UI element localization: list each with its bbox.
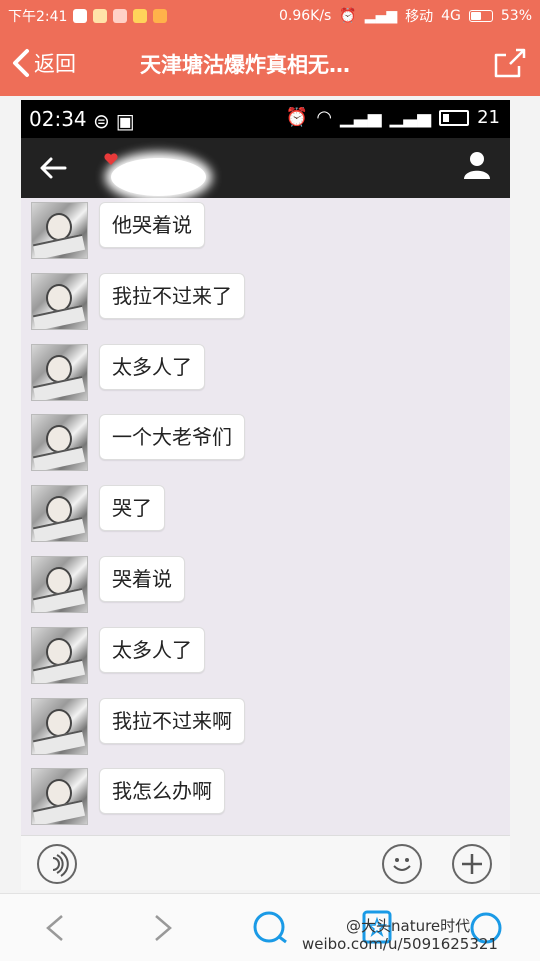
inner-status-number: 21	[477, 107, 500, 128]
plus-icon	[462, 854, 482, 874]
alarm-icon: ⏰	[285, 107, 309, 128]
message-row: 我拉不过来啊	[21, 694, 510, 765]
avatar[interactable]	[31, 343, 88, 401]
avatar[interactable]	[31, 202, 88, 259]
message-bubble[interactable]: 哭了	[99, 485, 165, 532]
message-row: 我怎么办啊	[21, 764, 510, 835]
message-bubble[interactable]: 太多人了	[99, 343, 205, 390]
signal-icon: ▂▄▆	[364, 8, 398, 24]
avatar[interactable]	[31, 697, 88, 755]
carrier-label: 移动	[405, 9, 434, 25]
message-bubble[interactable]: 我怎么办啊	[99, 768, 225, 815]
message-bubble[interactable]: 哭着说	[99, 555, 185, 602]
weibo-icon	[113, 9, 128, 23]
avatar[interactable]	[31, 485, 88, 543]
signal-icon: ▁▃▅	[340, 107, 382, 128]
star-app-icon	[133, 9, 148, 23]
image-icon: ▣	[115, 109, 135, 133]
contact-name-redacted	[111, 158, 206, 196]
inner-status-time: 02:34	[29, 107, 87, 131]
avatar[interactable]	[31, 768, 88, 826]
signal-icon: ▁▃▅	[389, 107, 432, 128]
chevron-left-icon	[13, 49, 29, 77]
share-button[interactable]	[492, 46, 528, 80]
message-bubble[interactable]: 太多人了	[99, 626, 205, 673]
title-bar: 返回 天津塘沽爆炸真相无…	[0, 30, 540, 96]
back-button[interactable]: 返回	[10, 46, 76, 80]
game-app-icon	[153, 9, 168, 23]
network-speed: 0.96K/s	[278, 8, 332, 24]
message-row: 一个大老爷们	[21, 410, 510, 481]
back-label: 返回	[34, 52, 76, 76]
share-icon	[494, 48, 526, 78]
avatar[interactable]	[31, 555, 88, 613]
message-row: 哭了	[21, 481, 510, 552]
nav-back-icon[interactable]	[36, 908, 76, 948]
message-bubble[interactable]: 我拉不过来啊	[99, 697, 245, 744]
message-row: 我拉不过来了	[21, 269, 510, 340]
avatar[interactable]	[31, 272, 88, 330]
voice-input-button[interactable]	[37, 844, 77, 884]
watermark-url: weibo.com/u/5091625321	[302, 935, 498, 953]
status-bar: 下午2:41 0.96K/s ⏰ ▂▄▆ 移动 4G 53%	[0, 0, 540, 30]
embedded-chat-screenshot: 02:34 ⊜ ▣ ⏰ ◠ ▁▃▅ ▁▃▅ 21 他哭着说 我拉不过来了 太多人…	[21, 100, 510, 890]
message-row: 太多人了	[21, 623, 510, 694]
page-title: 天津塘沽爆炸真相无…	[140, 53, 350, 77]
alarm-icon: ⏰	[339, 8, 357, 24]
message-bubble[interactable]: 他哭着说	[99, 202, 205, 248]
message-row: 他哭着说	[21, 198, 510, 269]
wifi-icon: ◠	[316, 107, 333, 128]
chat-input-bar	[21, 835, 510, 890]
voice-icon	[52, 851, 69, 877]
person-icon[interactable]	[462, 150, 492, 180]
nav-forward-icon[interactable]	[142, 908, 182, 948]
watermark-handle: @大头nature时代	[346, 917, 471, 935]
avatar[interactable]	[31, 626, 88, 684]
chat-header	[21, 138, 510, 198]
avatar[interactable]	[31, 414, 88, 472]
battery-icon	[439, 109, 470, 126]
battery-icon	[468, 10, 493, 22]
message-bubble[interactable]: 一个大老爷们	[99, 414, 245, 461]
qq-icon	[93, 9, 108, 23]
smiley-icon	[393, 858, 411, 871]
message-list: 他哭着说 我拉不过来了 太多人了 一个大老爷们 哭了 哭着说 太多人了 我拉不过…	[21, 198, 510, 835]
status-time: 下午2:41	[8, 9, 68, 25]
message-bubble[interactable]: 我拉不过来了	[99, 272, 245, 319]
app-notification-icon	[73, 9, 88, 23]
comment-icon[interactable]	[250, 908, 290, 948]
sync-icon: ⊜	[93, 109, 110, 133]
more-button[interactable]	[452, 844, 492, 884]
network-type: 4G	[441, 8, 461, 24]
arrow-left-icon[interactable]	[37, 152, 69, 184]
inner-status-bar: 02:34 ⊜ ▣ ⏰ ◠ ▁▃▅ ▁▃▅ 21	[21, 100, 510, 138]
message-row: 太多人了	[21, 340, 510, 411]
heart-icon	[104, 153, 118, 165]
battery-level: 53%	[500, 8, 532, 24]
message-row: 哭着说	[21, 552, 510, 623]
emoji-button[interactable]	[382, 844, 422, 884]
